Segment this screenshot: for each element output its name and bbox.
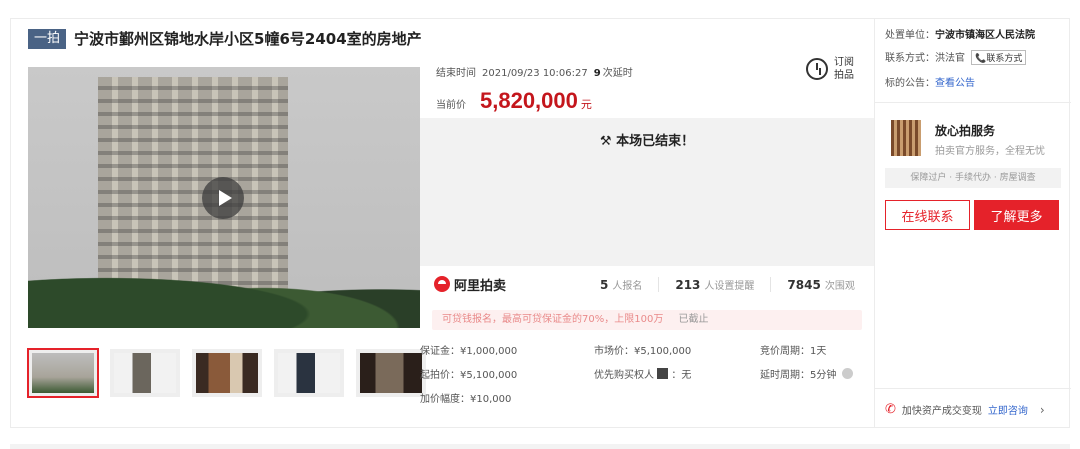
subscribe-label: 订阅 拍品 [834, 56, 854, 82]
consult-link[interactable]: 立即咨询 [988, 402, 1028, 417]
announcement-line: 标的公告：查看公告 [885, 74, 975, 89]
consult-icon: ✆ [885, 402, 896, 417]
view-number: 7845 [787, 277, 821, 292]
bid-increment: 加价幅度：¥10,000 [420, 394, 512, 405]
service-title: 放心拍服务 [935, 124, 996, 138]
view-count: 7845 次围观 [771, 277, 870, 292]
phone-icon: 📞 [975, 54, 987, 64]
auction-ended-panel: ⚒ 本场已结束！ [420, 118, 874, 266]
service-building-icon [891, 120, 921, 156]
reminder-number: 213 [675, 277, 701, 292]
current-price-label: 当前价 [436, 100, 466, 111]
platform-logo: 阿里拍卖 [434, 275, 584, 294]
deposit: 保证金：¥1,000,000 [420, 346, 518, 357]
play-video-icon[interactable] [202, 177, 244, 219]
consult-text: 加快资产成交变现 [901, 406, 982, 417]
bid-period: 竞价周期：1天 [760, 346, 827, 357]
loan-notice-text: 可贷钱报名，最高可贷保证金的70%，上限100万 [442, 314, 664, 325]
current-price: 5,820,000 [480, 88, 578, 113]
start-price: 起拍价：¥5,100,000 [420, 370, 518, 381]
tree-foliage [28, 258, 420, 328]
thumbnail-2[interactable] [110, 349, 180, 397]
auction-ended-text: ⚒ 本场已结束！ [420, 130, 874, 149]
right-sidebar: 处置单位：宁波市镇海区人民法院 联系方式：洪法官 📞联系方式 标的公告：查看公告… [874, 18, 1071, 428]
court-line: 处置单位：宁波市镇海区人民法院 [885, 26, 1035, 41]
contact-button-label: 联系方式 [986, 54, 1023, 64]
gavel-icon: ⚒ [599, 134, 612, 149]
announcement-label: 标的公告： [885, 78, 935, 89]
end-time-value: 2021/09/23 10:06:27 [482, 68, 588, 79]
priority-buyer: 优先购买权人 ：无 [594, 366, 691, 381]
consult-row[interactable]: ✆ 加快资产成交变现 立即咨询 › [885, 402, 1045, 417]
service-subtitle: 拍卖官方服务，全程无忧 [935, 146, 1045, 157]
subscribe-label-line2: 拍品 [834, 70, 854, 81]
loan-notice-status: 已截止 [678, 314, 709, 325]
view-announcement-link[interactable]: 查看公告 [935, 78, 975, 89]
ended-message: 本场已结束！ [616, 134, 695, 149]
priority-buyer-value: ：无 [671, 370, 692, 381]
thumbnail-4[interactable] [274, 349, 344, 397]
info-badge-icon [657, 368, 669, 379]
contact-button[interactable]: 📞联系方式 [971, 50, 1027, 65]
contact-label: 联系方式： [885, 53, 935, 64]
delay-period-text: 延时周期：5分钟 [760, 370, 837, 381]
end-time-row: 结束时间 2021/09/23 10:06:27 9 次延时 [436, 64, 633, 79]
subscribe-label-line1: 订阅 [834, 57, 854, 68]
delay-label: 次延时 [602, 68, 633, 79]
auction-round-tag: 一拍 [28, 28, 67, 49]
page-title: 宁波市鄞州区锦地水岸小区5幢6号2404室的房地产 [74, 30, 422, 48]
end-time-label: 结束时间 [436, 68, 476, 79]
service-tags: 保障过户 · 手续代办 · 房屋调查 [885, 168, 1061, 188]
title-row: 一拍 宁波市鄞州区锦地水岸小区5幢6号2404室的房地产 [28, 28, 422, 49]
signup-count: 5 人报名 [584, 276, 660, 292]
alarm-clock-icon [806, 58, 828, 80]
section-separator [10, 444, 1070, 449]
divider [875, 388, 1071, 389]
thumbnail-strip [27, 348, 426, 398]
delay-period: 延时周期：5分钟 [760, 366, 853, 381]
subscribe-button[interactable]: 订阅 拍品 [806, 56, 854, 82]
court-name: 宁波市镇海区人民法院 [935, 30, 1035, 41]
reminder-label: 人设置提醒 [704, 280, 755, 292]
court-label: 处置单位： [885, 30, 935, 41]
contact-name: 洪法官 [935, 53, 965, 64]
stats-bar: 阿里拍卖 5 人报名 213 人设置提醒 7845 次围观 [420, 266, 874, 302]
chevron-right-icon: › [1039, 402, 1045, 417]
signup-number: 5 [600, 277, 609, 292]
thumbnail-1[interactable] [27, 348, 99, 398]
contact-line: 联系方式：洪法官 📞联系方式 [885, 49, 1027, 65]
reminder-count: 213 人设置提醒 [659, 276, 772, 292]
platform-name: 阿里拍卖 [454, 278, 507, 294]
priority-buyer-label: 优先购买权人 [594, 370, 654, 381]
delay-count: 9 [593, 68, 601, 79]
thumbnail-5[interactable] [356, 349, 426, 397]
signup-label: 人报名 [612, 280, 643, 292]
learn-more-button[interactable]: 了解更多 [974, 200, 1059, 230]
view-label: 次围观 [824, 280, 855, 292]
current-price-row: 当前价 5,820,000 元 [436, 88, 592, 114]
thumbnail-3[interactable] [192, 349, 262, 397]
online-contact-button[interactable]: 在线联系 [885, 200, 970, 230]
help-icon[interactable] [841, 368, 853, 379]
currency-unit: 元 [580, 98, 592, 111]
divider [875, 102, 1071, 103]
alibaba-logo-icon [434, 276, 450, 292]
market-price: 市场价：¥5,100,000 [594, 346, 692, 357]
loan-notice: 可贷钱报名，最高可贷保证金的70%，上限100万 已截止 [432, 310, 862, 330]
